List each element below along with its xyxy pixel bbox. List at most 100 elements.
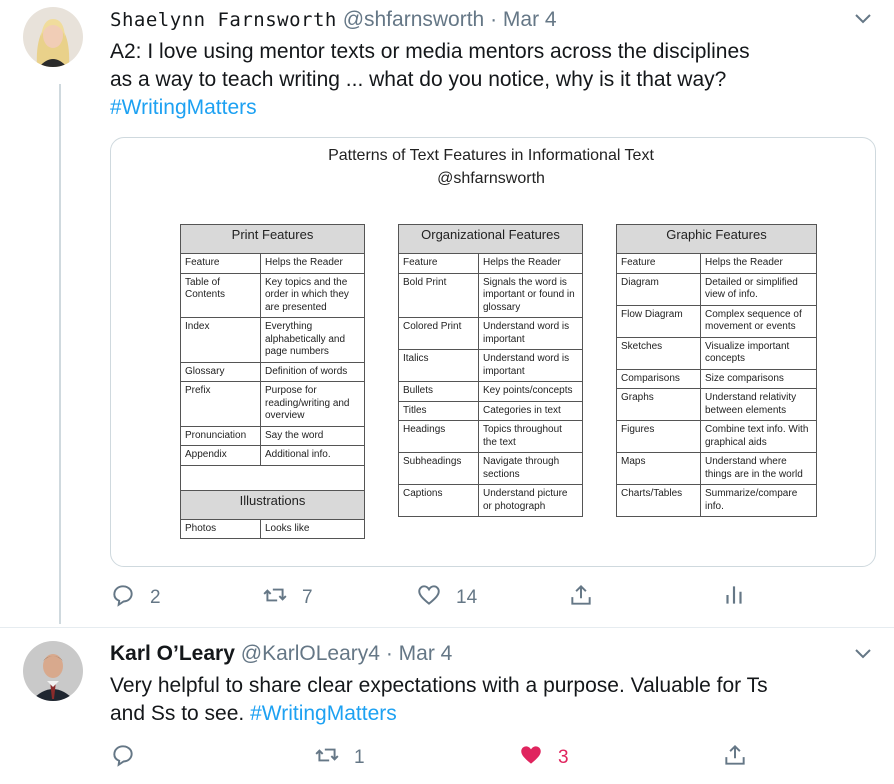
reply-button[interactable]: 2 (110, 582, 161, 614)
share-button[interactable] (568, 582, 594, 614)
tweet-actions: 2 7 14 (110, 582, 874, 608)
column-header: Feature (616, 253, 701, 274)
helps-cell: Topics throughout the text (478, 420, 583, 453)
reply-icon (110, 582, 136, 614)
table-subheading: Illustrations (180, 489, 365, 520)
feature-cell: Subheadings (398, 452, 479, 485)
empty-row (180, 464, 365, 491)
graphic-features-table: Graphic Features Feature Helps the Reader… (616, 224, 817, 517)
feature-cell: Graphs (616, 388, 701, 421)
feature-cell: Maps (616, 452, 701, 485)
reply-count: 2 (150, 587, 161, 608)
chevron-down-icon[interactable] (853, 644, 873, 664)
feature-cell: Colored Print (398, 317, 479, 350)
helps-cell: Looks like (260, 518, 365, 539)
tweet-date[interactable]: Mar 4 (399, 642, 453, 665)
document-title: Patterns of Text Features in Information… (328, 147, 654, 164)
user-handle[interactable]: @shfarnsworth (343, 8, 485, 31)
column-header: Feature (398, 253, 479, 274)
helps-cell: Complex sequence of movement or events (700, 304, 817, 338)
helps-cell: Definition of words (260, 361, 365, 382)
tweet-header: Shaelynn Farnsworth @shfarnsworth · Mar … (110, 8, 557, 32)
feature-cell: Glossary (180, 361, 261, 382)
chevron-down-icon[interactable] (853, 9, 873, 29)
like-icon (416, 582, 442, 614)
feature-cell: Bullets (398, 381, 479, 402)
helps-cell: Visualize important concepts (700, 336, 817, 370)
helps-cell: Understand relativity between elements (700, 388, 817, 421)
feature-cell: Index (180, 317, 261, 363)
hashtag-link[interactable]: #WritingMatters (250, 702, 397, 725)
hashtag-link[interactable]: #WritingMatters (110, 94, 750, 122)
helps-cell: Understand where things are in the world (700, 452, 817, 485)
retweet-button[interactable]: 1 (314, 742, 365, 774)
like-count: 3 (558, 747, 569, 768)
tweet-text-line: Very helpful to share clear expectations… (110, 674, 768, 697)
feature-cell: Bold Print (398, 272, 479, 318)
feature-cell: Sketches (616, 336, 701, 370)
feature-cell: Prefix (180, 381, 261, 427)
share-button[interactable] (722, 742, 748, 774)
helps-cell: Signals the word is important or found i… (478, 272, 583, 318)
feature-cell: Captions (398, 484, 479, 517)
tweet-text-line: as a way to teach writing ... what do yo… (110, 68, 727, 91)
like-icon (518, 742, 544, 774)
helps-cell: Purpose for reading/writing and overview (260, 381, 365, 427)
tweet-body: A2: I love using mentor texts or media m… (110, 38, 750, 122)
table-heading: Organizational Features (398, 224, 583, 254)
reply-button[interactable] (110, 742, 150, 774)
helps-cell: Additional info. (260, 445, 365, 466)
document-subtitle: @shfarnsworth (437, 170, 545, 187)
like-button[interactable]: 3 (518, 742, 569, 774)
tweet-divider (0, 627, 894, 628)
feature-cell: Comparisons (616, 368, 701, 389)
retweet-count: 7 (302, 587, 313, 608)
helps-cell: Combine text info. With graphical aids (700, 420, 817, 453)
feature-cell: Headings (398, 420, 479, 453)
retweet-button[interactable]: 7 (262, 582, 313, 614)
tweet-media-image[interactable]: Patterns of Text Features in Information… (110, 137, 876, 567)
separator: · (490, 8, 498, 31)
reply-icon (110, 742, 136, 774)
print-features-table: Print Features Feature Helps the Reader T… (180, 224, 365, 539)
tweet-date[interactable]: Mar 4 (503, 8, 557, 31)
tweet-text-fragment: and Ss to see. (110, 702, 251, 725)
analytics-button[interactable] (721, 582, 747, 614)
tweet-header: Karl O’Leary @KarlOLeary4 · Mar 4 (110, 642, 452, 666)
like-button[interactable]: 14 (416, 582, 477, 614)
display-name[interactable]: Shaelynn Farnsworth (110, 9, 337, 31)
retweet-count: 1 (354, 747, 365, 768)
helps-cell: Summarize/compare info. (700, 484, 817, 517)
tweet-text-line: and Ss to see. #WritingMatters (110, 700, 768, 728)
share-icon (722, 742, 748, 774)
tweet-body: Very helpful to share clear expectations… (110, 672, 768, 728)
helps-cell: Categories in text (478, 400, 583, 421)
feature-cell: Table of Contents (180, 272, 261, 318)
user-handle[interactable]: @KarlOLeary4 (241, 642, 380, 665)
feature-cell: Pronunciation (180, 425, 261, 446)
like-count: 14 (456, 587, 478, 608)
helps-cell: Understand word is important (478, 349, 583, 382)
helps-cell: Key points/concepts (478, 381, 583, 402)
helps-cell: Understand word is important (478, 317, 583, 350)
column-header: Helps the Reader (260, 253, 365, 274)
analytics-icon (721, 582, 747, 614)
thread-connector-line (59, 84, 61, 624)
avatar[interactable] (23, 7, 83, 67)
helps-cell: Say the word (260, 425, 365, 446)
retweet-icon (314, 742, 340, 774)
table-heading: Graphic Features (616, 224, 817, 254)
display-name[interactable]: Karl O’Leary (110, 642, 235, 665)
feature-cell: Italics (398, 349, 479, 382)
table-heading: Print Features (180, 224, 365, 254)
feature-cell: Titles (398, 400, 479, 421)
helps-cell: Understand picture or photograph (478, 484, 583, 517)
feature-cell: Photos (180, 518, 261, 539)
helps-cell: Navigate through sections (478, 452, 583, 485)
share-icon (568, 582, 594, 614)
separator: · (385, 642, 393, 665)
avatar[interactable] (23, 641, 83, 701)
helps-cell: Detailed or simplified view of info. (700, 272, 817, 306)
feature-cell: Appendix (180, 445, 261, 466)
helps-cell: Size comparisons (700, 368, 817, 389)
